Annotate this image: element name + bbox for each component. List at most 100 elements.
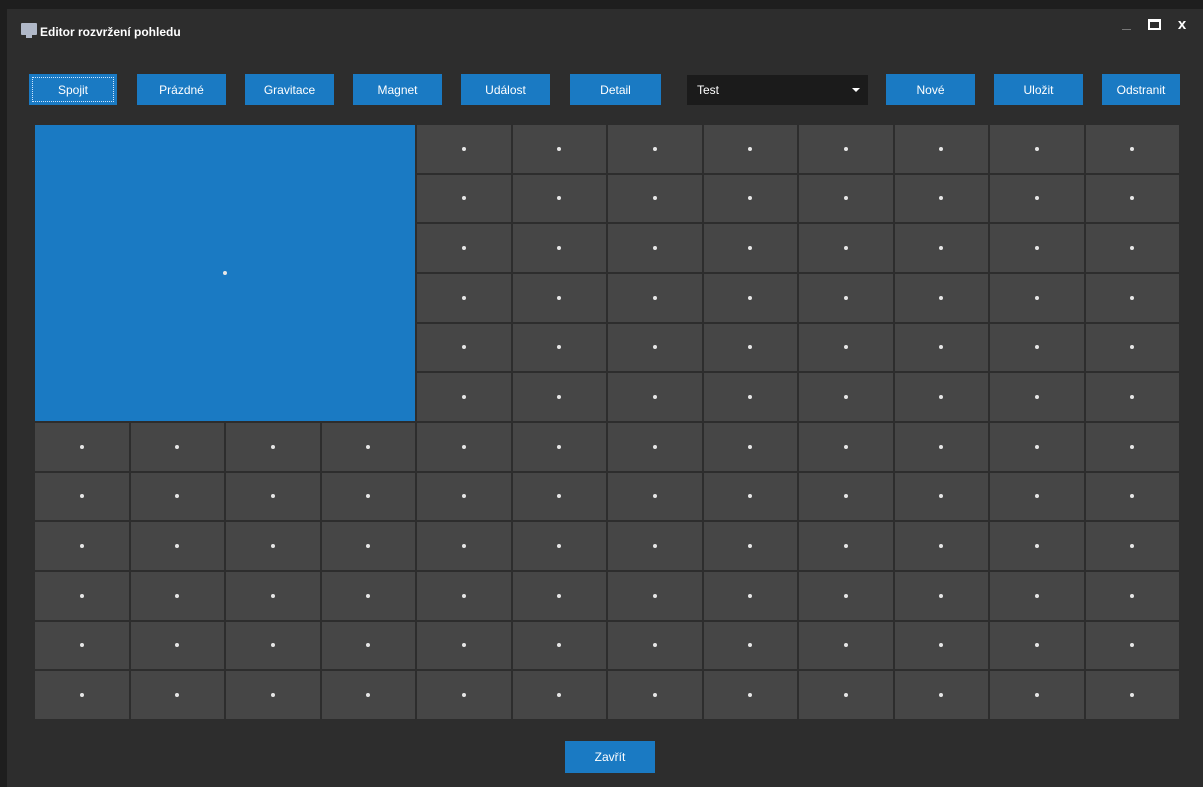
detail-button[interactable]: Detail (570, 74, 661, 105)
grid-cell[interactable] (608, 472, 702, 521)
grid-cell[interactable] (894, 522, 988, 570)
grid-cell[interactable] (35, 671, 129, 719)
grid-cell[interactable] (1085, 224, 1179, 272)
grid-cell[interactable] (35, 621, 129, 670)
grid-cell[interactable] (1085, 423, 1179, 471)
grid-cell[interactable] (894, 423, 988, 471)
grid-cell[interactable] (321, 621, 415, 670)
grid-cell[interactable] (990, 224, 1084, 272)
spojit-button[interactable]: Spojit (29, 74, 117, 105)
grid-cell[interactable] (321, 671, 415, 719)
grid-cell[interactable] (608, 125, 702, 173)
grid-cell[interactable] (799, 522, 893, 570)
grid-cell[interactable] (990, 274, 1084, 322)
grid-cell[interactable] (703, 671, 797, 719)
grid-cell[interactable] (703, 572, 797, 620)
grid-cell[interactable] (226, 423, 320, 471)
grid-cell[interactable] (512, 274, 606, 322)
grid-cell[interactable] (703, 174, 797, 223)
grid-cell[interactable] (990, 572, 1084, 620)
grid-cell[interactable] (703, 125, 797, 173)
grid-cell[interactable] (35, 472, 129, 521)
layout-select[interactable]: Test (687, 75, 868, 105)
udalost-button[interactable]: Událost (461, 74, 550, 105)
grid-cell[interactable] (417, 174, 511, 223)
grid-cell[interactable] (894, 373, 988, 421)
grid-cell[interactable] (1085, 323, 1179, 372)
grid-cell[interactable] (703, 224, 797, 272)
grid-cell[interactable] (512, 323, 606, 372)
grid-cell[interactable] (990, 671, 1084, 719)
grid-cell[interactable] (512, 224, 606, 272)
grid-cell[interactable] (1085, 174, 1179, 223)
grid-cell[interactable] (799, 572, 893, 620)
grid-cell[interactable] (799, 224, 893, 272)
grid-cell[interactable] (703, 522, 797, 570)
grid-cell[interactable] (703, 621, 797, 670)
grid-cell[interactable] (703, 323, 797, 372)
grid-cell[interactable] (512, 125, 606, 173)
grid-cell[interactable] (608, 522, 702, 570)
grid-cell[interactable] (321, 423, 415, 471)
grid-cell[interactable] (799, 174, 893, 223)
grid-cell[interactable] (512, 174, 606, 223)
grid-cell[interactable] (799, 323, 893, 372)
grid-cell[interactable] (990, 522, 1084, 570)
grid-cell[interactable] (799, 671, 893, 719)
grid-cell[interactable] (608, 572, 702, 620)
grid-cell[interactable] (799, 125, 893, 173)
grid-cell[interactable] (799, 373, 893, 421)
grid-cell[interactable] (321, 472, 415, 521)
grid-cell[interactable] (226, 522, 320, 570)
grid-cell[interactable] (512, 671, 606, 719)
grid-cell[interactable] (894, 224, 988, 272)
grid-cell[interactable] (417, 671, 511, 719)
close-button[interactable]: Zavřít (565, 741, 655, 773)
grid-cell[interactable] (321, 522, 415, 570)
grid-cell[interactable] (417, 522, 511, 570)
grid-cell[interactable] (417, 472, 511, 521)
minimize-icon[interactable] (1115, 13, 1137, 35)
grid-cell[interactable] (1085, 472, 1179, 521)
grid-cell[interactable] (703, 472, 797, 521)
grid-cell[interactable] (894, 274, 988, 322)
grid-cell[interactable] (1085, 522, 1179, 570)
grid-cell[interactable] (35, 423, 129, 471)
grid-cell[interactable] (130, 621, 224, 670)
grid-cell[interactable] (512, 373, 606, 421)
grid-cell[interactable] (894, 174, 988, 223)
grid-cell[interactable] (990, 373, 1084, 421)
grid-cell[interactable] (608, 224, 702, 272)
grid-cell[interactable] (512, 423, 606, 471)
grid-cell[interactable] (417, 224, 511, 272)
grid-cell[interactable] (608, 671, 702, 719)
grid-cell[interactable] (990, 621, 1084, 670)
grid-cell[interactable] (703, 274, 797, 322)
grid-cell[interactable] (894, 671, 988, 719)
grid-cell[interactable] (35, 572, 129, 620)
grid-cell[interactable] (990, 472, 1084, 521)
grid-cell[interactable] (894, 472, 988, 521)
grid-cell[interactable] (417, 373, 511, 421)
grid-cell[interactable] (1085, 621, 1179, 670)
grid-cell[interactable] (703, 423, 797, 471)
grid-cell[interactable] (226, 621, 320, 670)
grid-cell[interactable] (417, 572, 511, 620)
grid-cell[interactable] (226, 572, 320, 620)
grid-cell[interactable] (417, 423, 511, 471)
grid-cell[interactable] (512, 621, 606, 670)
merged-cell[interactable] (35, 125, 415, 421)
grid-cell[interactable] (1085, 274, 1179, 322)
gravitace-button[interactable]: Gravitace (245, 74, 334, 105)
grid-cell[interactable] (417, 125, 511, 173)
grid-cell[interactable] (1085, 572, 1179, 620)
grid-cell[interactable] (130, 522, 224, 570)
grid-cell[interactable] (130, 572, 224, 620)
ulozit-button[interactable]: Uložit (994, 74, 1083, 105)
grid-cell[interactable] (417, 323, 511, 372)
grid-cell[interactable] (608, 174, 702, 223)
grid-cell[interactable] (799, 621, 893, 670)
grid-cell[interactable] (417, 274, 511, 322)
odstranit-button[interactable]: Odstranit (1102, 74, 1180, 105)
grid-cell[interactable] (608, 323, 702, 372)
